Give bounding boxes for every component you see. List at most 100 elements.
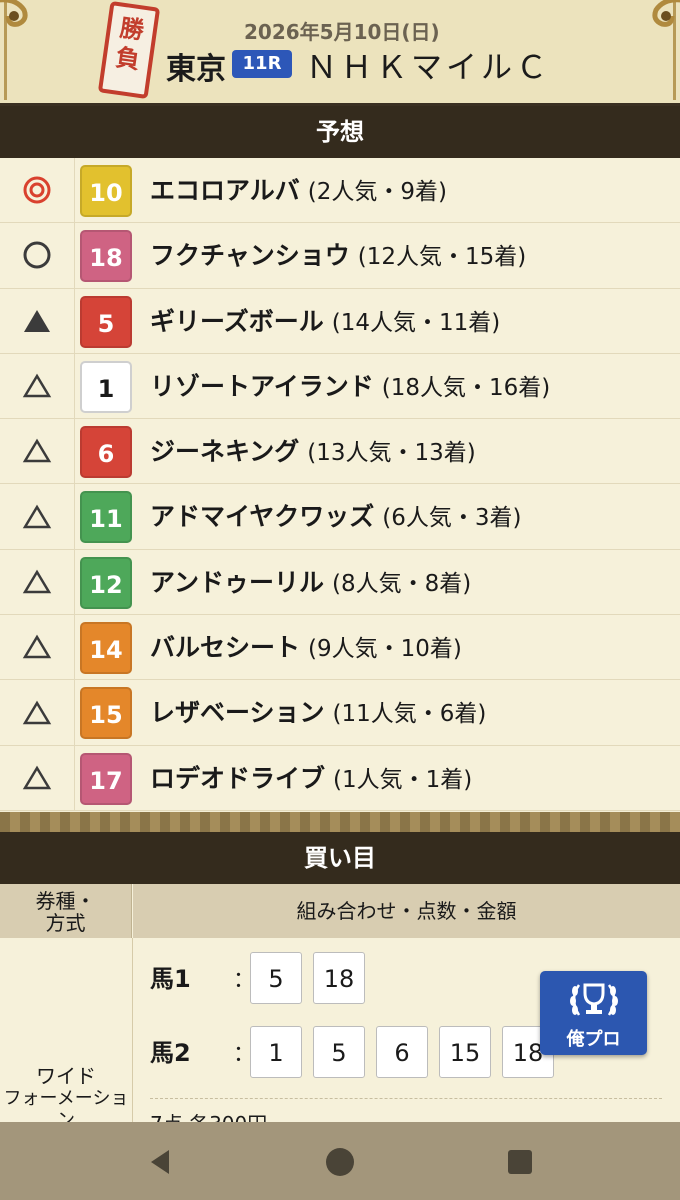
double-circle-icon: [23, 176, 51, 204]
horse-name: リゾートアイランド: [150, 371, 374, 401]
horse-name: フクチャンショウ: [150, 241, 350, 271]
horse-name-cell: バルセシート (9人気・10着): [150, 615, 462, 682]
horse-name-cell: レザベーション (11人気・6着): [150, 680, 486, 747]
filled-triangle-icon: [24, 309, 50, 332]
stamp-line-2: 負: [113, 43, 142, 75]
horse2-number-box: 1: [250, 1026, 302, 1078]
triangle-icon: [22, 438, 52, 463]
bet-type-cell: ワイド フォーメーション: [0, 938, 133, 1131]
horse-name: アンドゥーリル: [150, 567, 325, 597]
corner-ornament-icon: [0, 0, 28, 27]
prediction-mark-cell: [0, 288, 75, 353]
horse1-number-box: 18: [313, 952, 365, 1004]
prediction-mark-cell: [0, 745, 75, 810]
race-date: 2026年5月10日(日): [244, 20, 440, 44]
horse-popularity-result: (12人気・15着): [357, 244, 527, 271]
horse-name-cell: フクチャンショウ (12人気・15着): [150, 223, 526, 290]
horse-popularity-result: (14人気・11着): [331, 309, 501, 336]
horse-popularity-result: (1人気・1着): [332, 766, 473, 793]
horse-name-cell: ギリーズボール (14人気・11着): [150, 289, 500, 356]
back-triangle-icon: [151, 1150, 169, 1174]
race-venue: 東京: [166, 52, 226, 87]
prediction-row: 10 エコロアルバ (2人気・9着): [0, 158, 680, 225]
prediction-mark-cell: [0, 680, 75, 745]
triangle-icon: [22, 569, 52, 594]
prediction-mark-cell: [0, 158, 75, 223]
race-number-badge: 11R: [232, 50, 292, 78]
circle-icon: [23, 241, 51, 269]
triangle-icon: [22, 634, 52, 659]
triangle-icon: [22, 373, 52, 398]
horse1-label: 馬1: [150, 965, 191, 993]
horse-popularity-result: (2人気・9着): [307, 179, 447, 205]
nav-back-button[interactable]: [140, 1142, 180, 1182]
horse-popularity-result: (11人気・6着): [332, 701, 487, 728]
prediction-mark-cell: [0, 223, 75, 288]
orepro-button[interactable]: 俺プロ: [540, 971, 647, 1055]
horse1-number-box: 5: [250, 952, 302, 1004]
horse-name-cell: アンドゥーリル (8人気・8着): [150, 550, 471, 617]
horse-popularity-result: (8人気・8着): [331, 570, 472, 597]
bet-type: ワイド: [36, 1064, 96, 1088]
horse2-number-box: 6: [376, 1026, 428, 1078]
horse-popularity-result: (18人気・16着): [381, 374, 551, 401]
horse-name: ロデオドライブ: [150, 763, 326, 793]
trophy-laurel-icon: [570, 983, 618, 1016]
horse-name-cell: エコロアルバ (2人気・9着): [150, 158, 447, 225]
horse-number-badge: 18: [80, 230, 132, 283]
horse-name: エコロアルバ: [150, 176, 300, 205]
horse-name: ジーネキング: [150, 437, 300, 467]
horse-name-cell: ロデオドライブ (1人気・1着): [150, 746, 472, 813]
recents-square-icon: [508, 1150, 532, 1174]
bet-type-header-line1: 券種・: [35, 889, 96, 913]
prediction-row: 6 ジーネキング (13人気・13着): [0, 419, 680, 486]
horse-name: レザベーション: [150, 698, 325, 728]
bet-type-header: 券種・ 方式: [0, 884, 132, 938]
prediction-mark-cell: [0, 419, 75, 484]
horse-name-cell: リゾートアイランド (18人気・16着): [150, 354, 550, 421]
bet-type-header-line2: 方式: [45, 911, 86, 935]
prediction-row: 5 ギリーズボール (14人気・11着): [0, 288, 680, 356]
prediction-row: 17 ロデオドライブ (1人気・1着): [0, 745, 680, 813]
horse-number-badge: 6: [80, 426, 132, 479]
home-circle-icon: [326, 1148, 354, 1176]
prediction-row: 1 リゾートアイランド (18人気・16着): [0, 353, 680, 421]
prediction-row: 12 アンドゥーリル (8人気・8着): [0, 549, 680, 617]
prediction-row: 18 フクチャンショウ (12人気・15着): [0, 223, 680, 290]
horse-number-badge: 14: [80, 622, 132, 675]
horse-number-badge: 10: [80, 165, 132, 217]
prediction-section-title: 予想: [0, 106, 680, 158]
horse-number-badge: 15: [80, 687, 132, 740]
horse-name: バルセシート: [150, 633, 301, 663]
horse-number-badge: 1: [80, 360, 132, 413]
triangle-icon: [22, 504, 52, 528]
horse-name-cell: ジーネキング (13人気・13着): [150, 419, 476, 486]
prediction-list: 10 エコロアルバ (2人気・9着) 18 フクチャンショウ (12人気・15着) 5 ギ…: [0, 158, 680, 811]
horse-number-badge: 17: [80, 752, 132, 805]
horse-name: アドマイヤクワッズ: [150, 502, 375, 532]
horse-name: ギリーズボール: [150, 306, 324, 336]
combo-header: 組み合わせ・点数・金額: [133, 884, 680, 938]
bet-dashed-divider: [150, 1098, 662, 1099]
horse-number-badge: 5: [80, 295, 132, 348]
system-navigation-bar: [0, 1122, 680, 1200]
prediction-mark-cell: [0, 353, 75, 419]
prediction-mark-cell: [0, 484, 75, 549]
orepro-label: 俺プロ: [566, 1029, 621, 1050]
horse2-label: 馬2: [150, 1039, 191, 1067]
horse-name-cell: アドマイヤクワッズ (6人気・3着): [150, 484, 521, 551]
horse-popularity-result: (13人気・13着): [307, 440, 476, 467]
bets-section-title: 買い目: [0, 832, 680, 884]
nav-recents-button[interactable]: [500, 1142, 540, 1182]
horse-number-badge: 12: [80, 556, 132, 609]
horse-number-badge: 11: [80, 491, 132, 544]
prediction-mark-cell: [0, 549, 75, 615]
triangle-icon: [22, 700, 52, 724]
prediction-row: 15 レザベーション (11人気・6着): [0, 680, 680, 747]
prediction-row: 11 アドマイヤクワッズ (6人気・3着): [0, 484, 680, 551]
race-header: 勝 負 2026年5月10日(日) 東京 11R ＮＨＫマイルＣ: [0, 0, 680, 106]
corner-ornament-icon: [652, 0, 680, 27]
nav-home-button[interactable]: [320, 1142, 360, 1182]
triangle-icon: [22, 765, 52, 790]
horse2-number-box: 15: [439, 1026, 491, 1078]
